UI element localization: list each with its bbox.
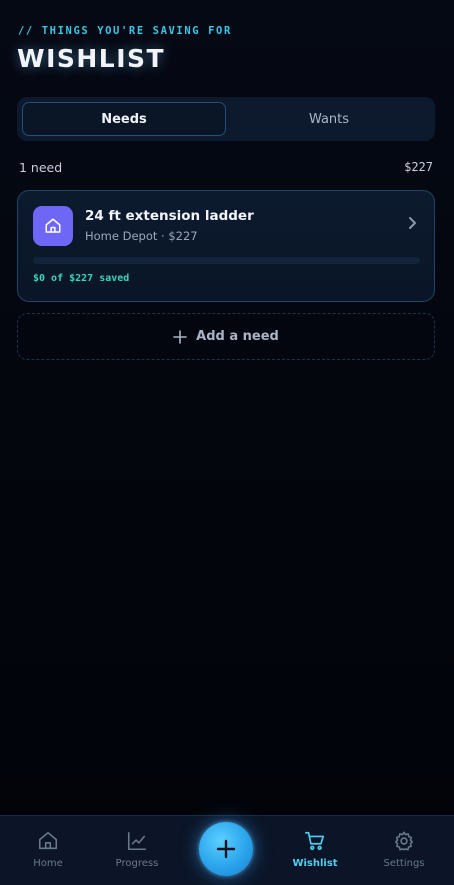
tab-settings-label: Settings (383, 858, 425, 869)
home-icon (38, 831, 58, 850)
tab-wants[interactable]: Wants (228, 102, 430, 136)
plus-icon (216, 839, 236, 859)
chart-line-icon (127, 831, 147, 851)
chevron-right-icon (406, 215, 418, 234)
needs-summary: 1 need $227 (19, 160, 433, 175)
tab-wishlist[interactable]: Wishlist (275, 830, 355, 869)
wishlist-item-card[interactable]: 24 ft extension ladder Home Depot · $227… (17, 190, 435, 302)
item-name: 24 ft extension ladder (85, 208, 254, 224)
needs-count: 1 need (19, 160, 63, 175)
tab-wishlist-label: Wishlist (292, 858, 338, 869)
wishlist-screen: // THINGS YOU'RE SAVING FOR WISHLIST Nee… (0, 0, 454, 885)
tab-home-label: Home (33, 858, 63, 869)
add-fab-button[interactable] (199, 822, 253, 876)
shopping-cart-icon (305, 831, 325, 851)
tab-settings[interactable]: Settings (364, 830, 444, 869)
home-icon (33, 206, 73, 246)
tab-progress[interactable]: Progress (97, 830, 177, 869)
needs-wants-toggle: Needs Wants (17, 97, 435, 141)
add-need-button[interactable]: Add a need (17, 313, 435, 360)
page-title: WISHLIST (17, 44, 166, 73)
tab-progress-label: Progress (115, 858, 159, 869)
needs-total: $227 (404, 160, 433, 174)
item-progress-bar (33, 257, 420, 264)
item-meta: Home Depot · $227 (85, 229, 198, 243)
add-need-label: Add a need (196, 329, 279, 344)
page-eyebrow: // THINGS YOU'RE SAVING FOR (18, 25, 232, 37)
tab-home[interactable]: Home (8, 830, 88, 869)
plus-icon (173, 329, 187, 344)
gear-icon (394, 831, 414, 851)
tab-needs[interactable]: Needs (22, 102, 226, 136)
item-saved-label: $0 of $227 saved (33, 273, 130, 284)
